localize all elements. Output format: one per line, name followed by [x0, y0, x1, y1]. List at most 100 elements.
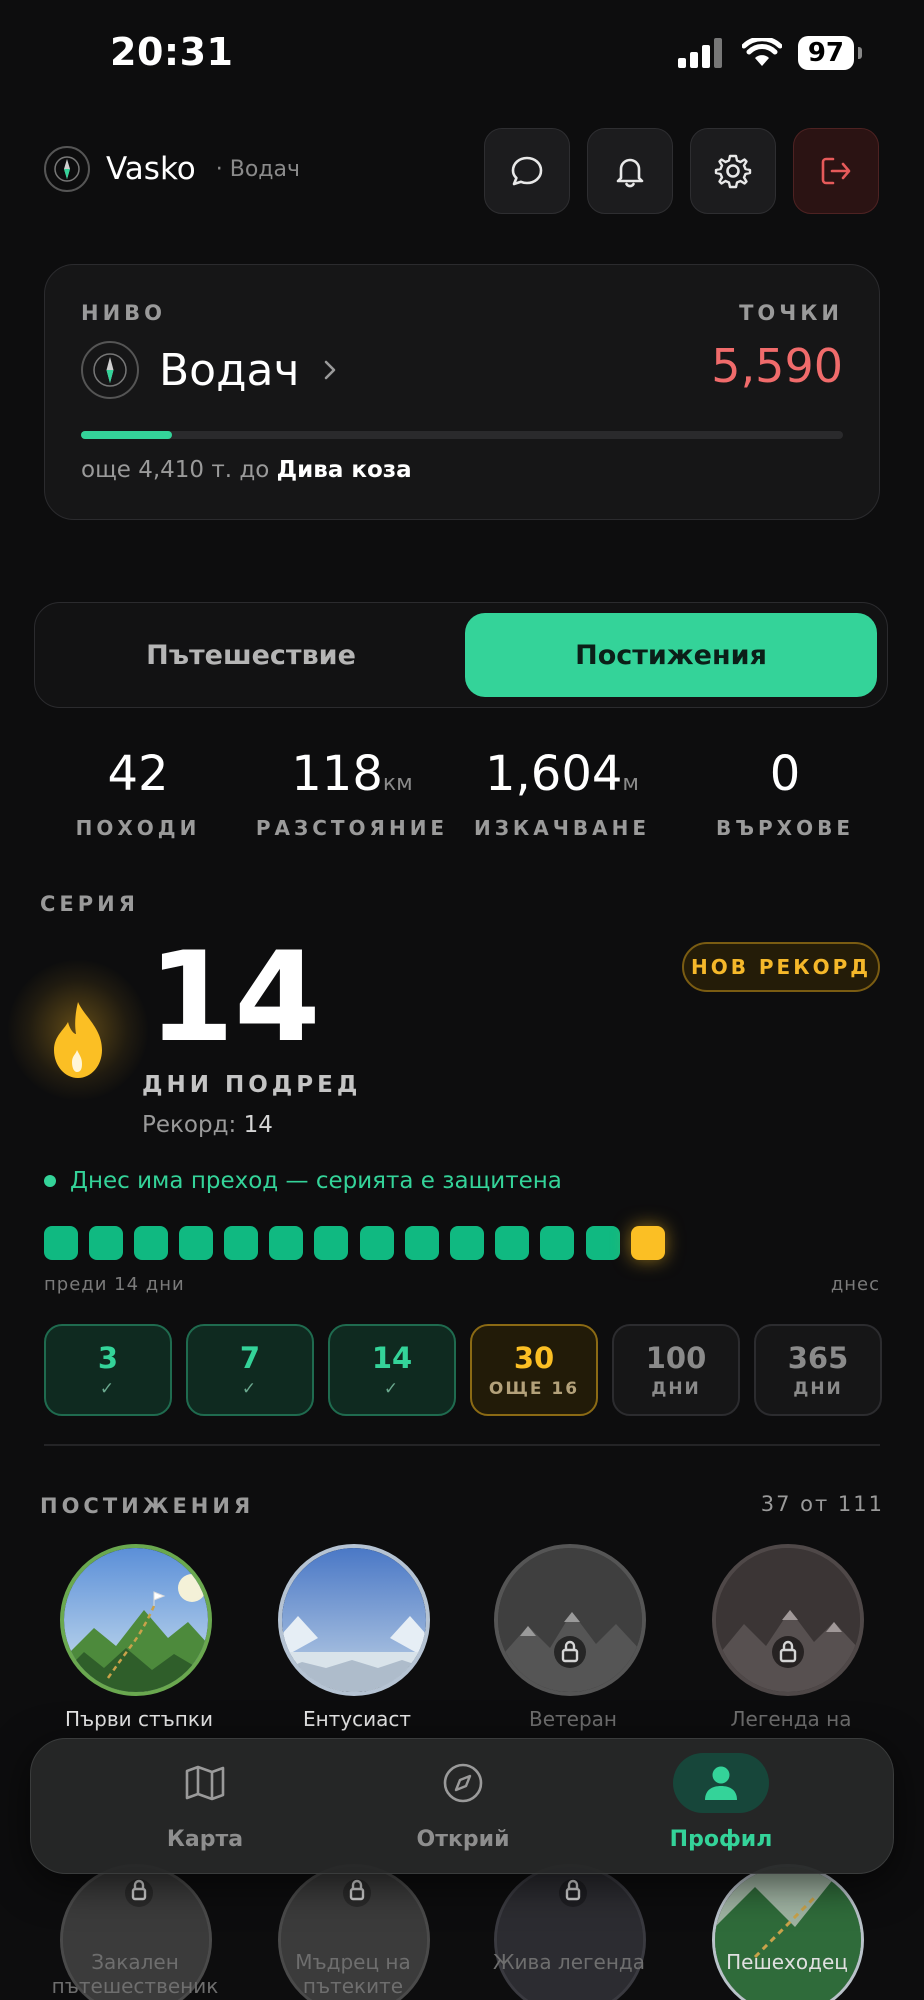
tab-journey[interactable]: Пътешествие: [45, 613, 457, 697]
logout-button[interactable]: [793, 128, 879, 214]
streak-day-square: [405, 1226, 439, 1260]
chevron-right-icon: [324, 360, 335, 380]
nav-map-icon-wrap: [157, 1753, 253, 1813]
milestone-check-icon: ✓: [241, 1379, 259, 1399]
record-prefix: Рекорд:: [142, 1112, 237, 1138]
status-time: 20:31: [110, 30, 234, 74]
level-row: Водач: [81, 341, 340, 399]
level-label: НИВО: [81, 301, 167, 325]
streak-days-label: ДНИ ПОДРЕД: [142, 1072, 362, 1098]
nav-map-label: Карта: [166, 1827, 244, 1852]
milestone-14: 14 ✓: [328, 1324, 456, 1416]
streak-days-number: 14: [148, 926, 321, 1070]
achievement-badge-veteran[interactable]: [494, 1544, 646, 1696]
user-name: Vasko: [106, 151, 196, 187]
lock-icon: [497, 1867, 643, 2000]
cellular-signal-icon: [677, 38, 722, 68]
achievement-name: Ентусиаст: [302, 1707, 412, 1731]
chat-button[interactable]: [484, 128, 570, 214]
achievement-badge-legend[interactable]: [712, 1544, 864, 1696]
streak-protected-status: Днес има преход — серията е защитена: [44, 1168, 562, 1194]
nav-profile-label: Профил: [669, 1827, 773, 1852]
milestone-days: ДНИ: [651, 1379, 701, 1399]
streak-day-square: [134, 1226, 168, 1260]
achievement-badge[interactable]: [712, 1864, 864, 2000]
achievement-name: Закален пътешественик: [51, 1950, 219, 1998]
streak-day-square: [450, 1226, 484, 1260]
stat-value: 118: [291, 746, 383, 802]
next-level-prefix: още 4,410 т. до: [81, 457, 270, 483]
streak-day-square: [314, 1226, 348, 1260]
user-header[interactable]: Vasko · Водач: [44, 146, 300, 192]
stat-label: РАЗСТОЯНИЕ: [255, 816, 449, 840]
stat-peaks: 0 ВЪРХОВЕ: [670, 746, 900, 840]
stat-unit: м: [622, 771, 640, 796]
level-card[interactable]: НИВО ТОЧКИ Водач 5,590 още 4,410 т. до Д…: [44, 264, 880, 520]
milestone-check-icon: ✓: [383, 1379, 401, 1399]
stat-value: 42: [107, 746, 169, 802]
level-progress-bar: [81, 431, 843, 439]
milestone-365: 365 ДНИ: [754, 1324, 882, 1416]
milestone-7: 7 ✓: [186, 1324, 314, 1416]
streak-day-square: [44, 1226, 78, 1260]
status-icons: 97: [677, 36, 863, 70]
landscape-image: [715, 1867, 861, 2000]
bell-icon: [616, 158, 644, 188]
streak-day-square: [179, 1226, 213, 1260]
nav-discover-label: Открий: [416, 1827, 510, 1852]
achievement-name: Ветеран: [528, 1707, 617, 1731]
points-label: ТОЧКИ: [739, 301, 843, 325]
achievement-name: Пешеходец: [726, 1950, 848, 1974]
landscape-image: [282, 1548, 426, 1692]
locked-landscape-image: [716, 1548, 860, 1692]
achievement-badge-enthusiast[interactable]: [278, 1544, 430, 1696]
user-rank: · Водач: [215, 156, 300, 182]
streak-day-square: [495, 1226, 529, 1260]
achievements-section-title: ПОСТИЖЕНИЯ: [40, 1494, 255, 1518]
streak-range-start: преди 14 дни: [44, 1274, 185, 1295]
streak-record: Рекорд: 14: [142, 1112, 273, 1138]
streak-day-square: [540, 1226, 574, 1260]
tab-achievements[interactable]: Постижения: [465, 613, 877, 697]
level-progress-fill: [81, 431, 173, 439]
flame-icon: [54, 1002, 102, 1078]
streak-day-today: [631, 1226, 665, 1260]
milestone-30: 30 ОЩЕ 16: [470, 1324, 598, 1416]
nav-profile[interactable]: Профил: [611, 1753, 831, 1852]
streak-day-square: [224, 1226, 258, 1260]
streak-protected-text: Днес има преход — серията е защитена: [70, 1168, 562, 1194]
nav-profile-icon-wrap: [673, 1753, 769, 1813]
milestone-days: ДНИ: [793, 1379, 843, 1399]
map-icon: [185, 1765, 225, 1801]
compass-icon: [44, 146, 90, 192]
stat-value: 0: [769, 746, 801, 802]
milestone-number: 3: [97, 1341, 119, 1375]
level-compass-icon: [81, 341, 139, 399]
nav-discover[interactable]: Открий: [353, 1753, 573, 1852]
stat-unit: км: [382, 771, 413, 796]
streak-day-square: [360, 1226, 394, 1260]
profile-tabs: Пътешествие Постижения: [34, 602, 888, 708]
stat-label: ПОХОДИ: [75, 816, 201, 840]
streak-day-square: [586, 1226, 620, 1260]
nav-discover-icon-wrap: [415, 1753, 511, 1813]
achievements-count: 37 от 111: [760, 1492, 884, 1516]
stat-hikes: 42 ПОХОДИ: [23, 746, 253, 840]
section-divider: [44, 1444, 880, 1446]
achievement-name: Жива легенда: [492, 1950, 645, 1974]
achievement-name: Легенда на: [730, 1707, 852, 1731]
notifications-button[interactable]: [587, 128, 673, 214]
landscape-image: [64, 1548, 208, 1692]
stat-elevation: 1,604м ИЗКАЧВАНЕ: [447, 746, 677, 840]
user-icon: [705, 1766, 737, 1800]
record-value: 14: [243, 1112, 273, 1138]
achievement-badge-first-steps[interactable]: [60, 1544, 212, 1696]
wifi-icon: [741, 38, 782, 66]
stat-distance: 118км РАЗСТОЯНИЕ: [237, 746, 467, 840]
battery-indicator: 97: [797, 36, 863, 70]
milestone-number: 365: [787, 1341, 849, 1375]
settings-button[interactable]: [690, 128, 776, 214]
streak-section-title: СЕРИЯ: [40, 892, 139, 916]
achievement-badge[interactable]: [494, 1864, 646, 2000]
nav-map[interactable]: Карта: [95, 1753, 315, 1852]
